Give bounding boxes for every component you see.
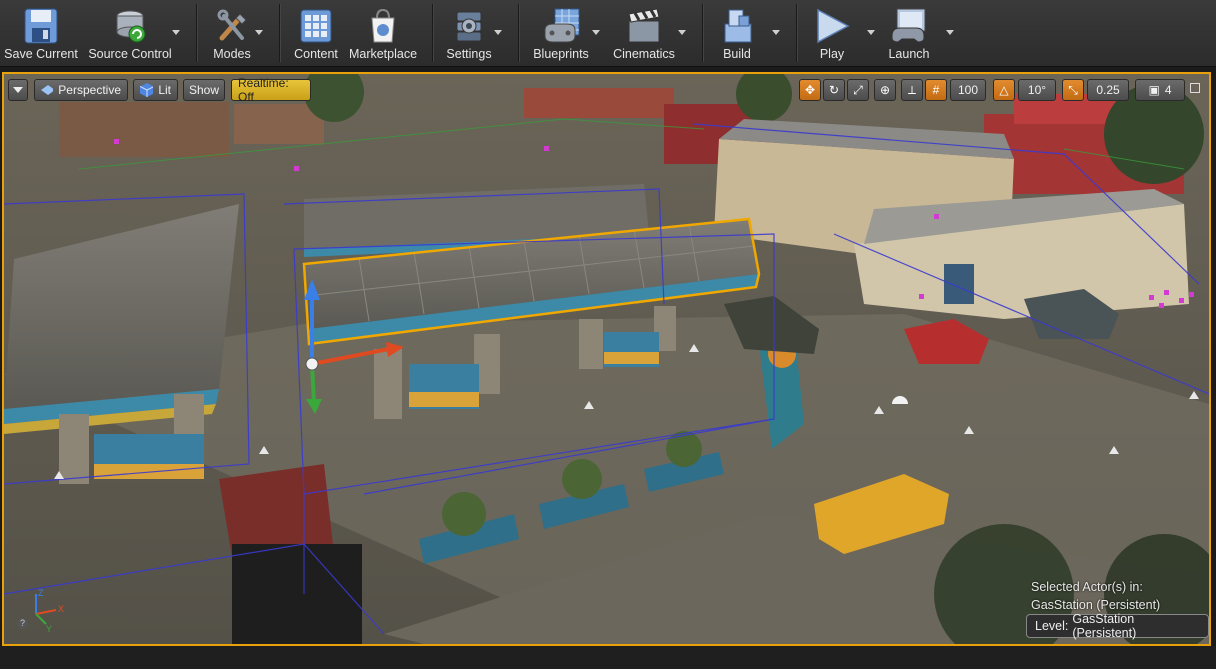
selected-actors-line1: Selected Actor(s) in: — [1031, 580, 1143, 594]
viewport-options-button[interactable] — [8, 79, 28, 101]
show-button[interactable]: Show — [183, 79, 225, 101]
toolbar-separator — [196, 4, 197, 62]
grid-snap-label: 100 — [957, 83, 979, 97]
toolbar-separator — [796, 4, 797, 62]
blueprints-dropdown-arrow[interactable] — [592, 30, 600, 35]
modes-button[interactable]: Modes — [210, 0, 254, 66]
maximize-viewport-icon[interactable] — [1190, 83, 1200, 93]
toolbar-separator — [432, 4, 433, 62]
modes-dropdown-arrow[interactable] — [255, 30, 263, 35]
settings-button[interactable]: Settings — [444, 0, 494, 66]
axis-x-label: X — [58, 604, 64, 614]
translate-icon: ✥ — [804, 83, 816, 97]
level-value-label: GasStation (Persistent) — [1072, 612, 1137, 640]
help-icon[interactable]: ? — [17, 618, 28, 629]
source-control-dropdown-arrow[interactable] — [172, 30, 180, 35]
settings-icon — [449, 6, 489, 46]
scale-mode-button[interactable]: ⤢ — [847, 79, 869, 101]
grid-icon: # — [932, 83, 940, 97]
play-button[interactable]: Play — [810, 0, 854, 66]
launch-label: Launch — [888, 47, 930, 61]
perspective-label: Perspective — [58, 83, 121, 97]
lit-button[interactable]: Lit — [133, 79, 178, 101]
translate-mode-button[interactable]: ✥ — [799, 79, 821, 101]
settings-label: Settings — [446, 47, 492, 61]
source-control-label: Source Control — [88, 47, 172, 61]
toolbar-separator — [518, 4, 519, 62]
play-dropdown-arrow[interactable] — [867, 30, 875, 35]
camera-speed-label: 4 — [1164, 83, 1172, 97]
scale-snap-value[interactable]: 0.25 — [1087, 79, 1129, 101]
realtime-label: Realtime: Off — [238, 76, 289, 104]
content-button[interactable]: Content — [292, 0, 340, 66]
launch-button[interactable]: Launch — [886, 0, 932, 66]
perspective-icon — [41, 85, 54, 95]
toolbar-separator — [702, 4, 703, 62]
selected-actors-info: Selected Actor(s) in: GasStation (Persis… — [1031, 578, 1160, 614]
scene-render[interactable] — [4, 74, 1209, 644]
rotate-mode-button[interactable]: ↻ — [823, 79, 845, 101]
source-control-icon — [110, 6, 150, 46]
marketplace-label: Marketplace — [348, 47, 418, 61]
level-key-label: Level: — [1035, 619, 1069, 633]
build-icon — [717, 6, 757, 46]
main-toolbar: Save Current Source Control Modes Conten… — [0, 0, 1216, 67]
rotation-snap-toggle[interactable]: △ — [993, 79, 1015, 101]
play-icon — [812, 6, 852, 46]
save-current-button[interactable]: Save Current — [4, 0, 78, 66]
surface-snap-button[interactable]: ⟂ — [901, 79, 923, 101]
chevron-down-icon — [13, 87, 23, 93]
show-label: Show — [188, 83, 220, 97]
modes-label: Modes — [213, 47, 251, 61]
grid-snap-value[interactable]: 100 — [950, 79, 986, 101]
rotation-snap-label: 10° — [1027, 83, 1047, 97]
cinematics-dropdown-arrow[interactable] — [678, 30, 686, 35]
scale-snap-icon: ⤡ — [1068, 82, 1078, 97]
build-button[interactable]: Build — [716, 0, 758, 66]
lit-label: Lit — [158, 83, 171, 97]
camera-speed-button[interactable]: ▣ 4 — [1135, 79, 1185, 101]
rotation-snap-value[interactable]: 10° — [1018, 79, 1056, 101]
cinematics-button[interactable]: Cinematics — [612, 0, 676, 66]
play-label: Play — [819, 47, 845, 61]
modes-icon — [212, 6, 252, 46]
axis-y-label: Y — [46, 624, 52, 634]
scale-snap-label: 0.25 — [1096, 83, 1120, 97]
bottom-panel-area — [0, 646, 1216, 669]
cinematics-icon — [624, 6, 664, 46]
source-control-button[interactable]: Source Control — [88, 0, 172, 66]
grid-snap-toggle[interactable]: # — [925, 79, 947, 101]
axis-z-label: Z — [38, 588, 44, 598]
launch-dropdown-arrow[interactable] — [946, 30, 954, 35]
realtime-toggle[interactable]: Realtime: Off — [231, 76, 311, 104]
build-dropdown-arrow[interactable] — [772, 30, 780, 35]
angle-icon: △ — [999, 83, 1009, 97]
world-coordinates-button[interactable]: ⊕ — [874, 79, 896, 101]
blueprints-label: Blueprints — [533, 47, 589, 61]
blueprints-icon — [541, 6, 581, 46]
settings-dropdown-arrow[interactable] — [494, 30, 502, 35]
toolbar-separator — [279, 4, 280, 62]
level-viewport[interactable]: Perspective Lit Show Realtime: Off ✥ ↻ ⤢… — [2, 72, 1211, 646]
cinematics-label: Cinematics — [613, 47, 675, 61]
content-label: Content — [294, 47, 338, 61]
save-current-label: Save Current — [4, 47, 78, 61]
globe-icon: ⊕ — [879, 83, 891, 97]
perspective-button[interactable]: Perspective — [34, 79, 128, 101]
surface-snap-icon: ⟂ — [907, 82, 916, 97]
lit-cube-icon — [140, 83, 154, 97]
scale-icon: ⤢ — [853, 82, 863, 97]
camera-icon: ▣ — [1148, 83, 1160, 97]
current-level-indicator[interactable]: Level: GasStation (Persistent) — [1026, 612, 1209, 640]
marketplace-button[interactable]: Marketplace — [348, 0, 418, 66]
launch-icon — [889, 6, 929, 46]
scale-snap-toggle[interactable]: ⤡ — [1062, 79, 1084, 101]
marketplace-icon — [363, 6, 403, 46]
rotate-icon: ↻ — [828, 83, 840, 97]
save-icon — [21, 6, 61, 46]
blueprints-button[interactable]: Blueprints — [530, 0, 592, 66]
content-icon — [296, 6, 336, 46]
build-label: Build — [723, 47, 751, 61]
